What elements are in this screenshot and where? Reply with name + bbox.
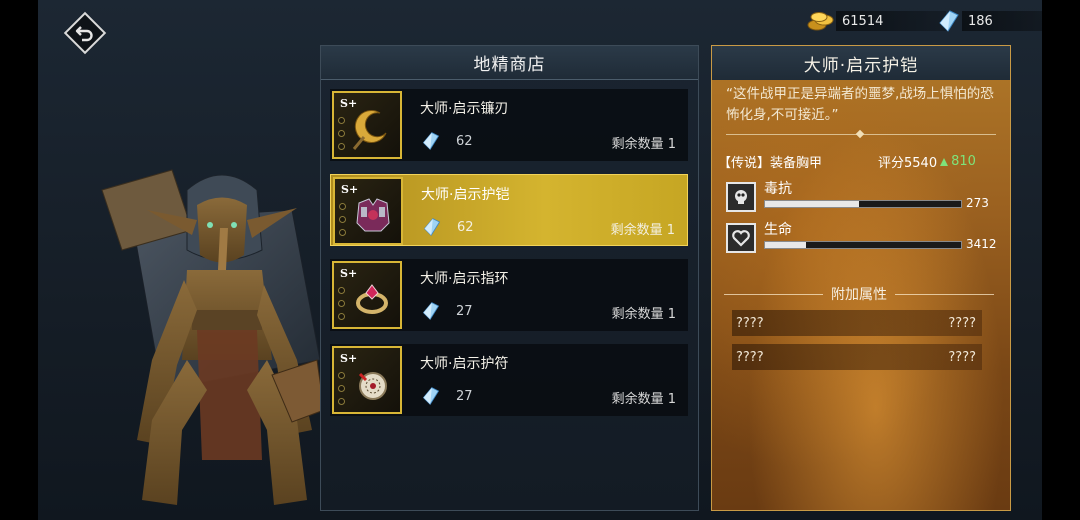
divider [726, 134, 996, 135]
price-value: 62 [457, 219, 474, 235]
blue-crystal-icon [422, 132, 440, 150]
up-arrow-icon [940, 157, 949, 166]
shop-item-amulet[interactable]: S+ 大师·启示护符 27 剩余数量 1 [330, 344, 688, 416]
heart-icon [726, 223, 756, 253]
item-price: 27 [420, 301, 473, 321]
back-button[interactable] [63, 11, 107, 55]
stat-bar [764, 241, 962, 249]
left-letterbox [0, 0, 38, 520]
item-stock: 剩余数量 1 [610, 223, 675, 238]
item-price: 27 [420, 386, 473, 406]
extra-attribute-value: ???? [948, 349, 976, 365]
item-thumbnail: S+ [332, 261, 402, 329]
extra-attribute-name: ???? [736, 349, 764, 365]
score-delta: 810 [951, 154, 976, 169]
price-value: 62 [456, 133, 473, 149]
shop-title: 地精商店 [321, 46, 698, 80]
gold-coins-icon [807, 12, 834, 31]
ring-icon [356, 284, 388, 314]
blue-crystal-icon [422, 387, 440, 405]
stat-value: 3412 [966, 237, 997, 251]
detail-title: 大师·启示护铠 [712, 46, 1010, 80]
item-thumbnail: S+ [332, 91, 402, 159]
score-value: 评分5540 [878, 156, 938, 171]
stat-name: 生命 [764, 222, 792, 238]
return-arrow-icon [75, 26, 93, 42]
stat-name: 毒抗 [764, 181, 792, 197]
stat-bar [764, 200, 962, 208]
crystal-amount: 186 [968, 13, 993, 29]
shop-item-scythe[interactable]: S+ 大师·启示镰刃 62 剩余数量 1 [330, 89, 688, 161]
extra-attribute-row: ???? ???? [732, 310, 982, 336]
gold-currency: 61514 [806, 10, 946, 32]
item-thumbnail: S+ [332, 346, 402, 414]
shop-item-ring[interactable]: S+ 大师·启示指环 27 剩余数量 1 [330, 259, 688, 331]
poison-skull-icon [726, 182, 756, 212]
item-price: 62 [421, 217, 474, 237]
item-name: 大师·启示指环 [420, 271, 509, 287]
extra-attribute-row: ???? ???? [732, 344, 982, 370]
blue-crystal-icon [422, 302, 440, 320]
item-score: 评分5540 810 [878, 152, 976, 171]
item-stock: 剩余数量 1 [611, 307, 676, 322]
shop-item-chest-armor[interactable]: S+ 大师·启示护铠 62 剩余数量 1 [330, 174, 688, 246]
stat-row-poison-resist: 毒抗 273 [726, 180, 1010, 214]
blue-crystal-icon [939, 10, 959, 32]
extra-attributes-title: 附加属性 [831, 287, 887, 303]
item-thumbnail: S+ [333, 177, 403, 245]
item-name: 大师·启示护铠 [421, 187, 510, 203]
amulet-icon [358, 372, 387, 400]
crystal-currency: 186 [936, 10, 1072, 32]
right-letterbox [1042, 0, 1080, 520]
item-type: 【传说】装备胸甲 [718, 156, 823, 171]
price-value: 27 [456, 303, 473, 319]
stat-bar-fill [765, 242, 807, 248]
goblin-shop-panel: 地精商店 S+ 大师·启示镰刃 62 剩余数量 1 S+ 大师·启示护铠 62 … [320, 45, 699, 511]
scythe-icon [352, 109, 387, 150]
stat-value: 273 [966, 196, 989, 210]
blue-crystal-icon [423, 218, 441, 236]
stat-bar-fill [765, 201, 860, 207]
gold-amount: 61514 [842, 13, 884, 29]
extra-attributes-header: 附加属性 [724, 284, 994, 304]
goblin-merchant-character [101, 169, 325, 505]
extra-attribute-value: ???? [948, 315, 976, 331]
price-value: 27 [456, 388, 473, 404]
item-detail-panel: 大师·启示护铠 “这件战甲正是异端者的噩梦,战场上惧怕的恐怖化身,不可接近。” … [711, 45, 1011, 511]
item-name: 大师·启示护符 [420, 356, 509, 372]
chest-armor-icon [356, 198, 390, 232]
item-flavor-text: “这件战甲正是异端者的噩梦,战场上惧怕的恐怖化身,不可接近。” [726, 86, 994, 123]
item-stock: 剩余数量 1 [611, 137, 676, 152]
item-name: 大师·启示镰刃 [420, 101, 509, 117]
item-stock: 剩余数量 1 [611, 392, 676, 407]
stat-row-health: 生命 3412 [726, 221, 1010, 255]
item-price: 62 [420, 131, 473, 151]
extra-attribute-name: ???? [736, 315, 764, 331]
